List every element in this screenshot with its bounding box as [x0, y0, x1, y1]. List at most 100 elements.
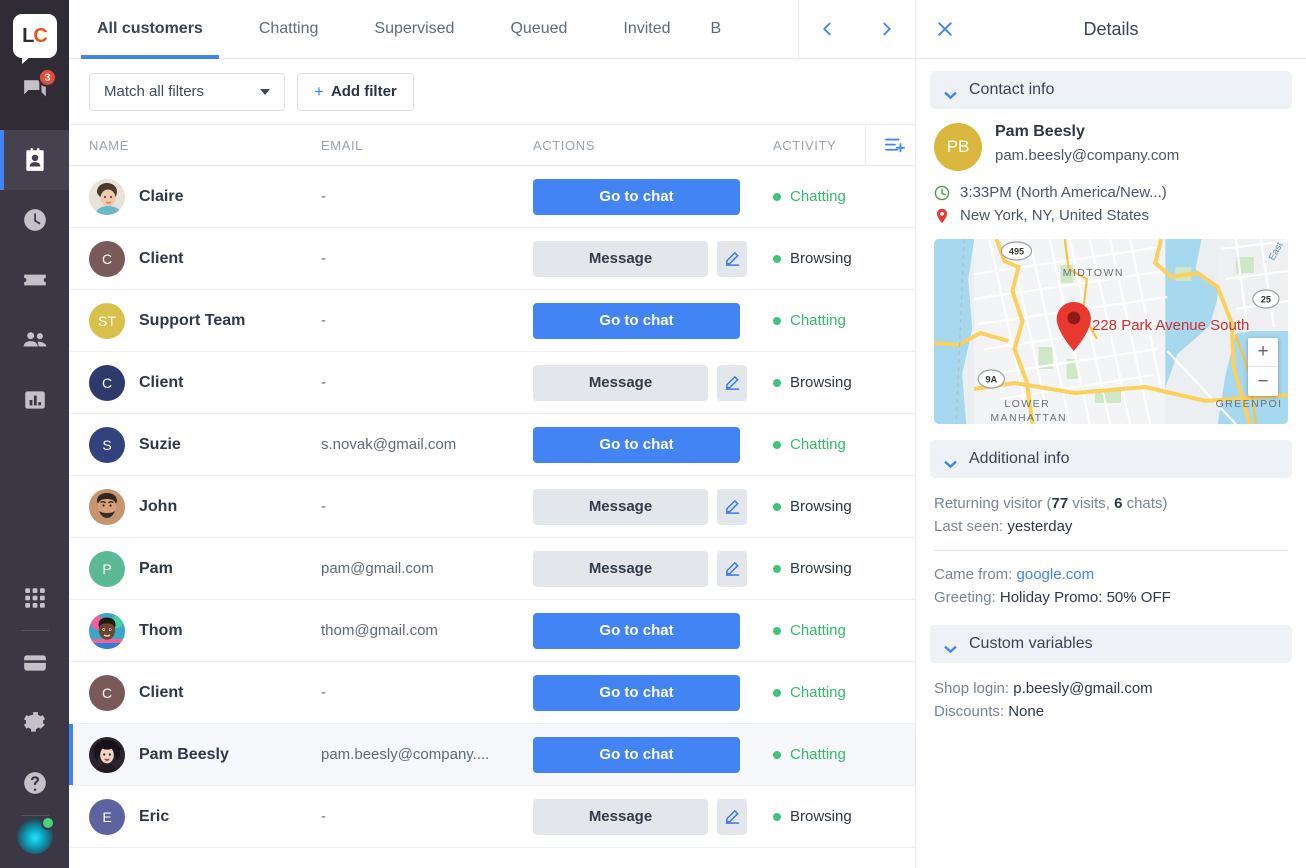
cell-activity: Chatting: [773, 684, 883, 701]
tab-chatting[interactable]: Chatting: [231, 0, 347, 58]
map-zoom-in-button[interactable]: +: [1248, 338, 1278, 367]
go-to-chat-button[interactable]: Go to chat: [533, 737, 740, 773]
location-map[interactable]: 495 25 9A MIDTOWN LOWER MANHATTAN GREENP…: [934, 239, 1288, 424]
go-to-chat-button[interactable]: Go to chat: [533, 179, 740, 215]
cell-email: pam.beesly@company....: [321, 746, 533, 763]
table-row[interactable]: ST Support Team - Go to chat Chatting: [69, 290, 915, 352]
shop-login-line: Shop login: p.beesly@gmail.com: [930, 677, 1292, 700]
details-body: Contact info PB Pam Beesly pam.beesly@co…: [916, 59, 1306, 868]
sidebar-item-archives[interactable]: [0, 190, 69, 250]
table-row[interactable]: Claire - Go to chat Chatting: [69, 166, 915, 228]
cell-activity: Chatting: [773, 746, 883, 763]
tabs-next-button[interactable]: [857, 0, 915, 58]
section-additional-info[interactable]: Additional info: [930, 440, 1292, 478]
edit-button[interactable]: [717, 365, 747, 401]
activity-label: Chatting: [790, 684, 846, 701]
table-row[interactable]: C Client - Message Browsing: [69, 228, 915, 290]
header-activity[interactable]: ACTIVITY: [773, 138, 865, 153]
table-row-selected[interactable]: Pam Beesly pam.beesly@company.... Go to …: [69, 724, 915, 786]
edit-button[interactable]: [717, 489, 747, 525]
message-button[interactable]: Message: [533, 241, 708, 277]
status-dot: [773, 627, 781, 635]
avatar: ST: [89, 303, 125, 339]
customers-panel: All customers Chatting Supervised Queued…: [69, 0, 915, 868]
livechat-app: LC 3: [0, 0, 1306, 868]
header-name[interactable]: NAME: [89, 138, 321, 153]
contact-location: New York, NY, United States: [960, 207, 1149, 224]
table-row[interactable]: C Client - Message Browsing: [69, 352, 915, 414]
divider: [934, 550, 1288, 551]
customer-name: Client: [139, 250, 183, 268]
add-filter-button[interactable]: + Add filter: [297, 73, 414, 111]
chevron-down-icon: [944, 86, 957, 94]
avatar-initials: C: [102, 375, 112, 391]
tab-label: All customers: [97, 20, 203, 38]
livechat-logo[interactable]: LC: [13, 14, 57, 58]
cell-actions: Go to chat: [533, 303, 773, 339]
map-zoom-out-button[interactable]: −: [1248, 367, 1278, 396]
tabs-prev-button[interactable]: [799, 0, 857, 58]
sidebar-item-chats[interactable]: 3: [0, 58, 69, 122]
sidebar-item-settings[interactable]: [0, 693, 69, 753]
activity-label: Browsing: [790, 560, 852, 577]
tab-bar: All customers Chatting Supervised Queued…: [69, 0, 915, 59]
message-button[interactable]: Message: [533, 365, 708, 401]
message-button[interactable]: Message: [533, 551, 708, 587]
sidebar-item-help[interactable]: [0, 753, 69, 813]
edit-button[interactable]: [717, 241, 747, 277]
customer-name: John: [139, 498, 177, 516]
message-button[interactable]: Message: [533, 799, 708, 835]
table-row[interactable]: P Pam pam@gmail.com Message Browsing: [69, 538, 915, 600]
sidebar-item-contacts[interactable]: [0, 130, 69, 190]
customers-list: Claire - Go to chat Chatting C Client: [69, 166, 915, 868]
reports-icon: [22, 387, 48, 413]
sidebar-item-billing[interactable]: [0, 633, 69, 693]
table-row[interactable]: C Client - Go to chat Chatting: [69, 662, 915, 724]
tab-supervised[interactable]: Supervised: [346, 0, 482, 58]
go-to-chat-button[interactable]: Go to chat: [533, 675, 740, 711]
go-to-chat-button[interactable]: Go to chat: [533, 303, 740, 339]
section-custom-variables[interactable]: Custom variables: [930, 625, 1292, 663]
agent-avatar[interactable]: [17, 818, 53, 854]
cell-actions: Message: [533, 365, 773, 401]
status-dot: [773, 193, 781, 201]
tab-queued[interactable]: Queued: [482, 0, 595, 58]
status-dot: [773, 503, 781, 511]
message-button[interactable]: Message: [533, 489, 708, 525]
came-from-link[interactable]: google.com: [1017, 566, 1095, 583]
table-row[interactable]: S Suzie s.novak@gmail.com Go to chat Cha…: [69, 414, 915, 476]
pencil-icon: [725, 499, 740, 514]
section-contact-info[interactable]: Contact info: [930, 71, 1292, 109]
edit-button[interactable]: [717, 551, 747, 587]
cell-name: Thom: [89, 613, 321, 649]
add-column-button[interactable]: [865, 124, 924, 166]
contacts-icon: [22, 147, 48, 173]
tab-browsing-clipped[interactable]: B: [699, 0, 721, 58]
table-row[interactable]: Thom thom@gmail.com Go to chat Chatting: [69, 600, 915, 662]
tab-invited[interactable]: Invited: [595, 0, 698, 58]
match-filters-select[interactable]: Match all filters: [89, 73, 285, 111]
spacer: [930, 424, 1292, 440]
cell-activity: Browsing: [773, 560, 883, 577]
table-row[interactable]: John - Message Browsing: [69, 476, 915, 538]
card-icon: [22, 650, 48, 676]
activity-label: Browsing: [790, 374, 852, 391]
activity-label: Chatting: [790, 188, 846, 205]
header-email[interactable]: EMAIL: [321, 138, 533, 153]
sidebar-item-reports[interactable]: [0, 370, 69, 430]
go-to-chat-button[interactable]: Go to chat: [533, 613, 740, 649]
section-label: Contact info: [969, 81, 1054, 99]
edit-button[interactable]: [717, 799, 747, 835]
chevron-down-icon: [944, 455, 957, 463]
sidebar-divider: [21, 630, 49, 631]
table-row[interactable]: E Eric - Message Browsing: [69, 786, 915, 848]
cell-email: -: [321, 374, 533, 391]
avatar-initials: C: [102, 251, 112, 267]
chats-word: chats): [1122, 495, 1167, 512]
sidebar-item-team[interactable]: [0, 310, 69, 370]
sidebar-item-apps[interactable]: [0, 568, 69, 628]
tab-all-customers[interactable]: All customers: [69, 0, 231, 58]
go-to-chat-button[interactable]: Go to chat: [533, 427, 740, 463]
sidebar-item-tickets[interactable]: [0, 250, 69, 310]
close-details-button[interactable]: [916, 19, 974, 39]
